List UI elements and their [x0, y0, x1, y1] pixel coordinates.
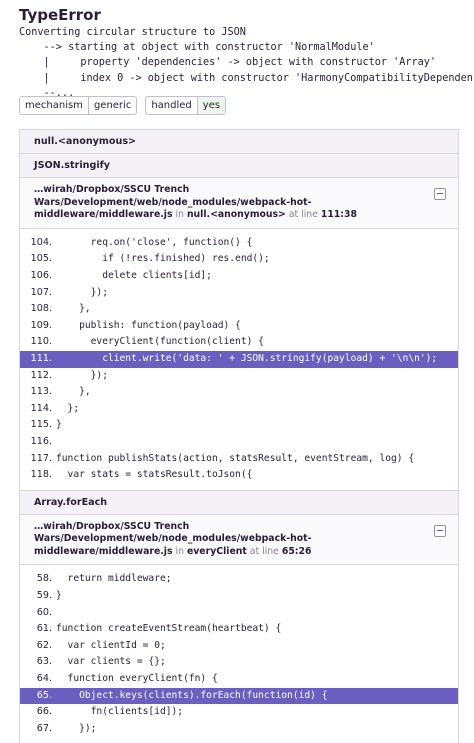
line-number: 60. [36, 606, 52, 618]
line-number: 105. [30, 253, 52, 265]
code-context: 104. req.on('close', function() {105. if… [20, 229, 458, 490]
frame-at-label: at line [288, 209, 318, 221]
line-number: 111. [30, 352, 52, 364]
tag-value: yes [197, 97, 226, 114]
tag-list: mechanism generic handled yes [19, 96, 227, 115]
code-line: 58. return middleware; [20, 571, 458, 588]
line-number: 116. [30, 435, 52, 447]
line-source: }, [56, 303, 91, 315]
code-line: 64. function everyClient(fn) { [20, 671, 458, 688]
line-source: everyClient(function(client) { [56, 336, 264, 348]
code-line: 116. [20, 434, 458, 451]
frame-at-label: at line [249, 545, 279, 557]
line-source: }, [56, 386, 91, 398]
collapse-icon[interactable] [434, 188, 446, 200]
frame-location: 65:26 [281, 545, 312, 557]
line-source: req.on('close', function() { [56, 236, 253, 248]
line-source: function everyClient(fn) { [56, 673, 218, 685]
line-source: function createEventStream(heartbeat) { [56, 623, 282, 635]
line-number: 66. [36, 706, 52, 718]
code-line: 112. }); [20, 368, 458, 385]
line-number: 58. [36, 573, 52, 585]
code-line: 66. fn(clients[id]); [20, 704, 458, 721]
code-line: 67. }); [20, 721, 458, 738]
line-number: 104. [30, 236, 52, 248]
line-source: publish: function(payload) { [56, 319, 241, 331]
code-line: 110. everyClient(function(client) { [20, 334, 458, 351]
line-number: 109. [30, 319, 52, 331]
line-number: 108. [30, 303, 52, 315]
line-number: 110. [30, 336, 52, 348]
code-line: 118. var stats = statsResult.toJson({ [20, 467, 458, 484]
line-number: 113. [30, 386, 52, 398]
line-source: }); [56, 286, 108, 298]
line-number: 107. [30, 286, 52, 298]
line-number: 59. [36, 590, 52, 602]
tag-mechanism[interactable]: mechanism generic [19, 96, 138, 115]
tag-key: mechanism [20, 97, 89, 114]
code-line: 114. }; [20, 401, 458, 418]
code-line: 105. if (!res.finished) res.end(); [20, 251, 458, 268]
error-title: TypeError [19, 6, 101, 24]
line-source: } [56, 590, 62, 602]
code-line: 60. [20, 605, 458, 622]
error-message: Converting circular structure to JSON --… [19, 27, 474, 99]
line-number: 115. [30, 419, 52, 431]
frame-function-header[interactable]: Array.forEach [20, 489, 458, 515]
line-number: 64. [36, 673, 52, 685]
frame-function-header[interactable]: JSON.stringify [20, 154, 458, 178]
line-source: var clients = {}; [56, 656, 166, 668]
line-number: 63. [36, 656, 52, 668]
line-source: }); [56, 369, 108, 381]
frame-in-label: in [175, 209, 184, 221]
line-number: 117. [30, 452, 52, 464]
frame-in-label: in [175, 545, 184, 557]
line-number: 114. [30, 402, 52, 414]
line-source: } [56, 419, 62, 431]
line-source: return middleware; [56, 573, 172, 585]
line-source: client.write('data: ' + JSON.stringify(p… [56, 352, 438, 364]
highlighted-code-line: 111. client.write('data: ' + JSON.string… [20, 350, 458, 368]
frame-function-header[interactable]: null.<anonymous> [20, 130, 458, 154]
line-source: delete clients[id]; [56, 269, 212, 281]
code-line: 109. publish: function(payload) { [20, 318, 458, 335]
line-source: var stats = statsResult.toJson({ [56, 469, 253, 481]
line-number: 118. [30, 469, 52, 481]
frame-file-header[interactable]: …wirah/Dropbox/SSCU Trench Wars/Developm… [20, 514, 458, 566]
line-source [52, 434, 56, 451]
line-source: var clientId = 0; [56, 639, 166, 651]
line-number: 67. [36, 722, 52, 734]
frame-function-name: null.<anonymous> [186, 209, 286, 221]
code-line: 107. }); [20, 285, 458, 302]
code-line: 113. }, [20, 384, 458, 401]
line-source: fn(clients[id]); [56, 706, 184, 718]
code-context: 58. return middleware; 59.} 60. 61. function… [20, 565, 458, 743]
line-source [52, 605, 56, 622]
code-line: 115.} [20, 417, 458, 434]
line-number: 61. [36, 623, 52, 635]
code-line: 106. delete clients[id]; [20, 268, 458, 285]
frame-file-header[interactable]: …wirah/Dropbox/SSCU Trench Wars/Developm… [20, 178, 458, 229]
line-number: 106. [30, 269, 52, 281]
line-source: function publishStats(action, statsResul… [56, 452, 415, 464]
tag-value: generic [93, 100, 132, 111]
tag-key: handled [146, 97, 198, 114]
code-line: 62. var clientId = 0; [20, 638, 458, 655]
code-line: 63. var clients = {}; [20, 654, 458, 671]
code-line: 117. function publishStats(action, statsR… [20, 451, 458, 468]
code-line: 59.} [20, 588, 458, 605]
tag-handled[interactable]: handled yes [145, 96, 227, 115]
line-source: }; [56, 402, 80, 414]
line-number: 62. [36, 639, 52, 651]
stack-trace: null.<anonymous> JSON.stringify …wirah/D… [19, 129, 459, 743]
line-source: }); [56, 722, 97, 734]
code-line: 104. req.on('close', function() { [20, 235, 458, 252]
line-source: if (!res.finished) res.end(); [56, 253, 270, 265]
frame-location: 111:38 [320, 209, 357, 221]
frame-function-name: everyClient [186, 545, 247, 557]
line-number: 112. [30, 369, 52, 381]
collapse-icon[interactable] [434, 524, 446, 537]
code-line: 108. }, [20, 301, 458, 318]
code-line: 61. function createEventStream(heartbeat)… [20, 621, 458, 638]
